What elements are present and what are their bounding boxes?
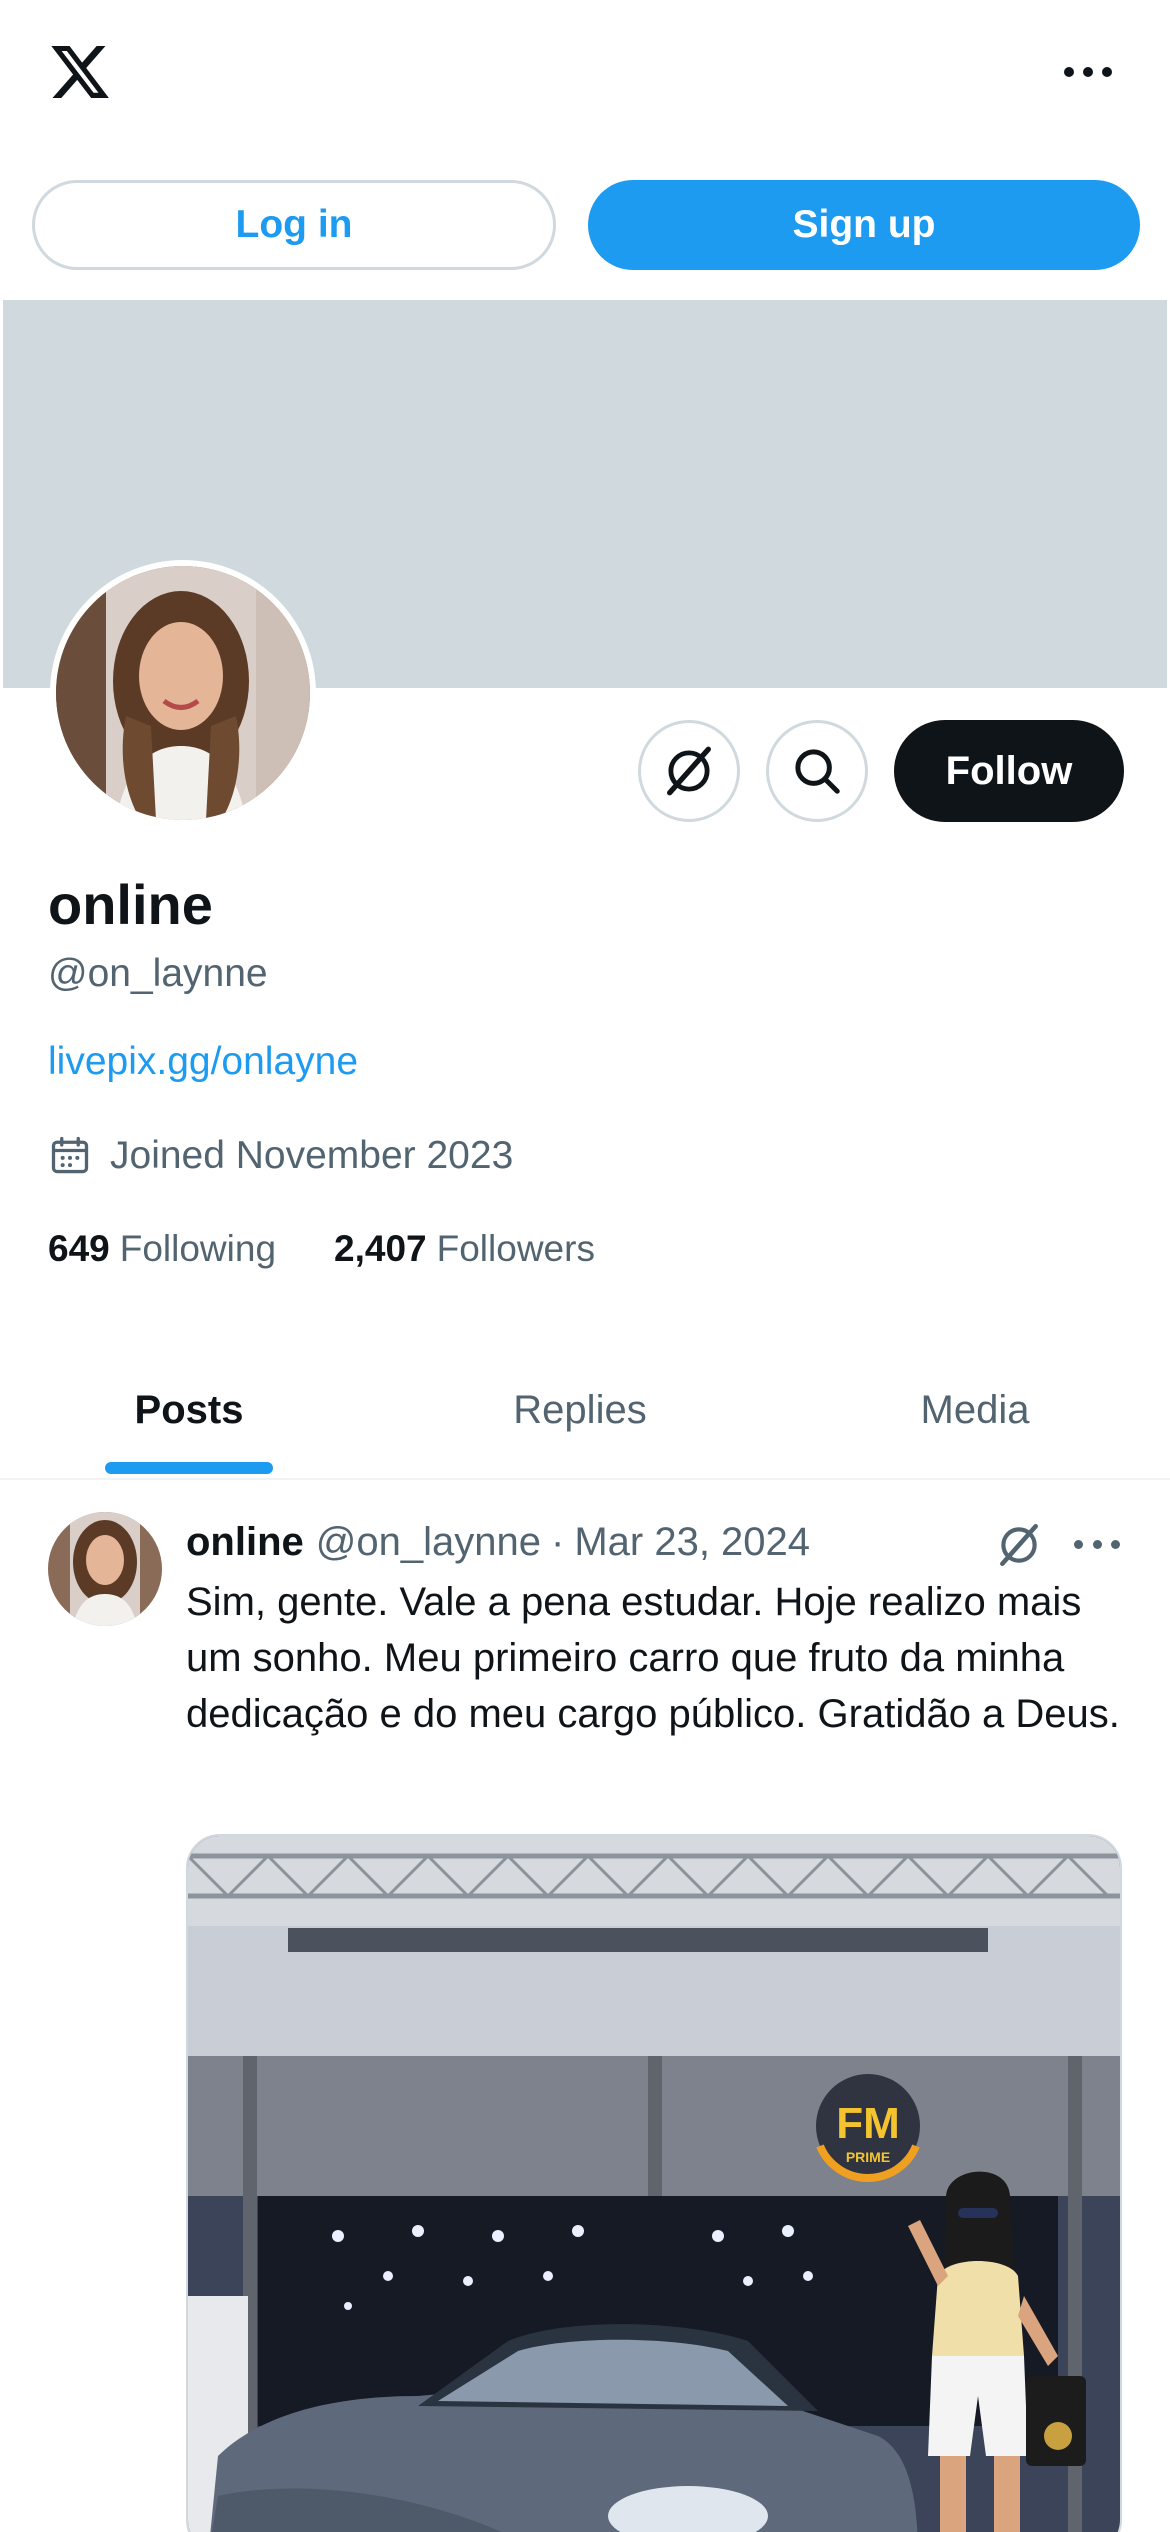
profile-handle: @on_laynne	[48, 952, 268, 995]
followers-label: Followers	[436, 1228, 595, 1269]
post[interactable]: online @on_laynne · Mar 23, 2024 Sim, ge…	[0, 1482, 1170, 2532]
media-sign-text: FM	[836, 2099, 900, 2148]
grok-button[interactable]	[638, 720, 740, 822]
profile-avatar[interactable]	[50, 560, 316, 826]
grok-icon	[1000, 1523, 1038, 1567]
post-author-name[interactable]: online	[186, 1520, 304, 1565]
calendar-icon	[51, 1136, 89, 1174]
followers-count: 2,407	[334, 1228, 427, 1269]
profile-link[interactable]: livepix.gg/onlayne	[48, 1040, 358, 1084]
follow-button[interactable]: Follow	[894, 720, 1124, 822]
post-avatar[interactable]	[48, 1512, 162, 1626]
avatar-image	[56, 566, 310, 820]
post-separator: ·	[551, 1519, 565, 1564]
signup-button[interactable]: Sign up	[588, 180, 1140, 270]
search-icon	[795, 749, 840, 794]
active-tab-indicator	[105, 1462, 273, 1474]
login-button[interactable]: Log in	[32, 180, 556, 270]
profile-display-name: online	[48, 873, 213, 936]
post-more-icon[interactable]	[1074, 1532, 1120, 1556]
post-author-handle[interactable]: @on_laynne	[316, 1520, 541, 1565]
post-media-image[interactable]: FM PRIME	[186, 1834, 1122, 2532]
media-sign-subtext: PRIME	[846, 2149, 890, 2165]
top-bar	[0, 0, 1170, 150]
car-photo: FM PRIME	[188, 1836, 1120, 2532]
post-header: online @on_laynne · Mar 23, 2024	[186, 1512, 810, 1572]
followers-stat[interactable]: 2,407 Followers	[334, 1228, 595, 1270]
grok-icon	[667, 746, 711, 796]
tab-posts[interactable]: Posts	[105, 1370, 273, 1450]
following-count: 649	[48, 1228, 110, 1269]
post-date[interactable]: Mar 23, 2024	[574, 1520, 810, 1565]
x-logo-icon[interactable]	[46, 40, 114, 104]
following-stat[interactable]: 649 Following	[48, 1228, 276, 1270]
following-label: Following	[119, 1228, 277, 1269]
search-button[interactable]	[766, 720, 868, 822]
tab-replies[interactable]: Replies	[470, 1370, 690, 1450]
profile-tabs: Posts Replies Media	[0, 1340, 1170, 1480]
post-grok-button[interactable]	[990, 1516, 1048, 1574]
joined-text: Joined November 2023	[110, 1134, 514, 1177]
post-text: Sim, gente. Vale a pena estudar. Hoje re…	[186, 1580, 1120, 1736]
profile-stats: 649 Following 2,407 Followers	[48, 1228, 653, 1270]
tab-media[interactable]: Media	[870, 1370, 1080, 1450]
joined-date: Joined November 2023	[48, 1128, 513, 1184]
post-avatar-image	[48, 1512, 162, 1626]
auth-row: Log in Sign up	[32, 180, 1140, 270]
more-dots-icon[interactable]	[1060, 50, 1116, 94]
